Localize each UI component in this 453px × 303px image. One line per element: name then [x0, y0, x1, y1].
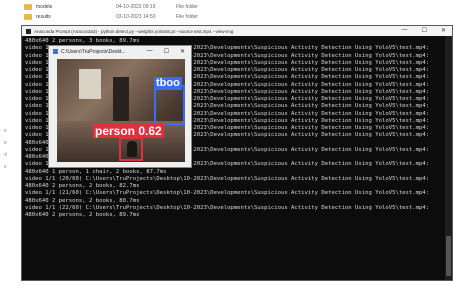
minimize-button[interactable]: — — [147, 48, 153, 55]
detection-box-person — [119, 137, 143, 161]
console-line: 480x640 2 persons, 2 books, 80.7ms — [25, 197, 140, 204]
maximize-button[interactable]: ☐ — [164, 48, 169, 55]
file-name: models — [36, 3, 53, 10]
file-date: 03-10-2023 14:50 — [116, 13, 156, 20]
console-line: video 1/1 (20/60) C:\Users\TruProjects\D… — [25, 175, 430, 182]
detection-preview-window[interactable]: C:\Users\TruProjects\Deskt... — ☐ ✕ tboo… — [48, 45, 192, 168]
app-icon — [53, 49, 58, 54]
side-mark: d — [4, 152, 7, 158]
room-window — [79, 69, 101, 99]
file-row-results[interactable]: results 03-10-2023 14:50 File folder — [24, 12, 198, 21]
close-button[interactable]: ✕ — [441, 27, 446, 34]
terminal-icon — [26, 28, 31, 34]
maximize-button[interactable]: ☐ — [422, 27, 427, 34]
file-type: File folder — [176, 3, 198, 10]
folder-icon — [24, 13, 32, 20]
file-name: results — [36, 13, 51, 20]
doorway — [113, 77, 129, 125]
close-button[interactable]: ✕ — [180, 48, 185, 55]
console-line: video 1/1 (22/60) C:\Users\TruProjects\D… — [25, 204, 430, 211]
file-type: File folder — [176, 13, 198, 20]
side-mark: e — [4, 140, 7, 146]
console-scrollbar[interactable] — [445, 36, 452, 280]
video-frame: tboo person 0.62 — [57, 59, 185, 162]
minimize-button[interactable]: — — [402, 27, 408, 34]
preview-window-controls: — ☐ ✕ — [147, 48, 185, 55]
prompt-titlebar[interactable]: Anaconda Prompt (Anaconda3) - python det… — [22, 26, 452, 36]
folder-icon — [24, 3, 32, 10]
console-line: video 1/1 (21/60) C:\Users\TruProjects\D… — [25, 190, 430, 197]
console-line: 480x640 2 persons, 2 books, 89.7ms — [25, 212, 140, 218]
detection-label-person: person 0.62 — [93, 124, 164, 138]
console-line: 480x640 1 person, 1 chair, 2 books, 87.7… — [25, 168, 167, 175]
preview-window-title: C:\Users\TruProjects\Deskt... — [61, 48, 126, 55]
file-row-models[interactable]: models 04-10-2023 09:19 File folder — [24, 2, 198, 11]
file-date: 04-10-2023 09:19 — [116, 3, 156, 10]
side-mark: s — [4, 128, 7, 134]
prompt-window-title: Anaconda Prompt (Anaconda3) - python det… — [34, 28, 234, 34]
detection-label-book: tboo — [154, 77, 182, 90]
detection-box-book — [154, 85, 185, 125]
prompt-window-controls: — ☐ ✕ — [402, 27, 446, 34]
console-line: 480x640 2 persons, 2 books, 82.7ms — [25, 183, 140, 189]
side-mark: s — [4, 164, 7, 170]
scrollbar-thumb[interactable] — [446, 236, 451, 276]
